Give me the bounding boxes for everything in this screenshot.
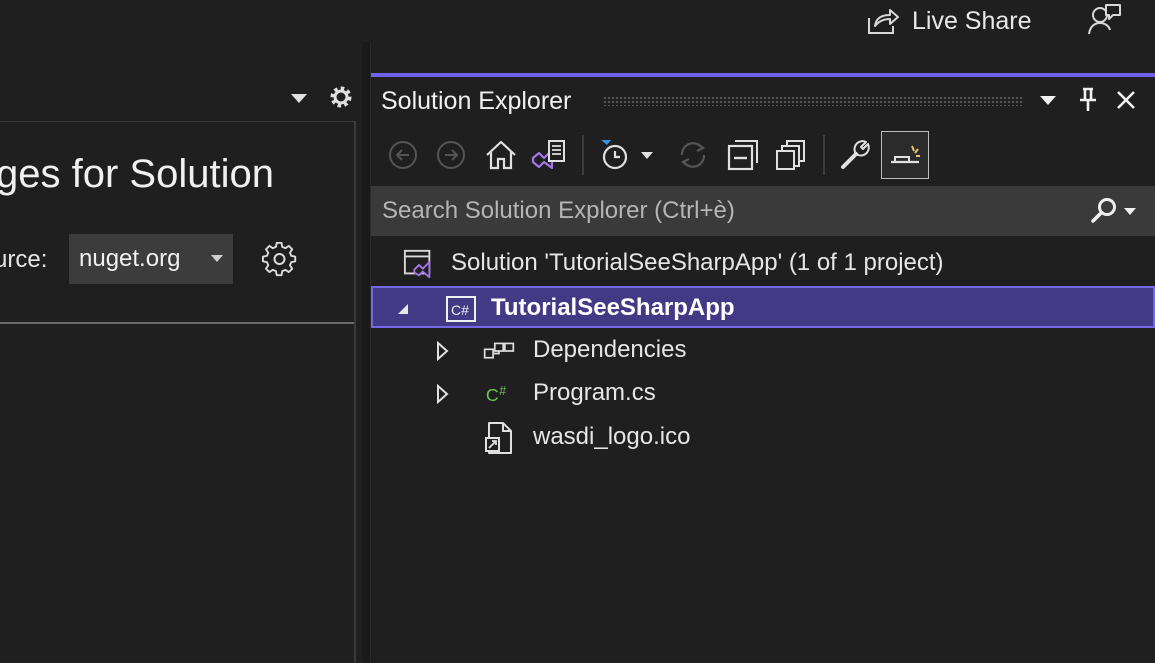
nuget-content: ges for Solution urce: nuget.org xyxy=(0,121,356,663)
search-options-button[interactable] xyxy=(1089,195,1141,227)
chevron-down-icon xyxy=(641,152,653,159)
tree-item-label: wasdi_logo.ico xyxy=(533,423,691,450)
pending-changes-filter-button[interactable] xyxy=(593,131,637,179)
sync-button[interactable] xyxy=(671,131,715,179)
svg-text:#: # xyxy=(499,384,506,398)
drag-grip[interactable] xyxy=(603,96,1023,106)
tree-item-label: Dependencies xyxy=(533,336,687,363)
dependencies-icon xyxy=(483,336,515,366)
settings-gear-icon[interactable] xyxy=(262,242,298,278)
left-tab-strip xyxy=(0,42,362,118)
chevron-down-icon xyxy=(1040,96,1056,105)
tree-item-project[interactable]: C# TutorialSeeSharpApp xyxy=(371,286,1155,328)
tree-item-solution[interactable]: Solution 'TutorialSeeSharpApp' (1 of 1 p… xyxy=(371,243,1155,285)
pin-button[interactable] xyxy=(1073,85,1103,115)
close-icon xyxy=(1117,91,1135,109)
solution-explorer-header: Solution Explorer xyxy=(371,77,1155,123)
icon-file-icon xyxy=(483,422,515,454)
svg-text:C: C xyxy=(486,385,499,405)
sync-icon xyxy=(680,142,706,168)
home-icon xyxy=(486,140,516,170)
panel-border xyxy=(354,121,356,663)
expanded-arrow-icon[interactable] xyxy=(393,298,413,320)
toolbar-separator xyxy=(823,135,825,175)
forward-button[interactable] xyxy=(429,131,473,179)
forward-arrow-icon xyxy=(437,141,465,169)
back-arrow-icon xyxy=(389,141,417,169)
filter-dropdown-button[interactable] xyxy=(635,131,659,179)
tree-item-dependencies[interactable]: Dependencies xyxy=(371,330,1155,372)
close-button[interactable] xyxy=(1111,85,1141,115)
tree-item-label: Program.cs xyxy=(533,379,656,406)
home-button[interactable] xyxy=(479,131,523,179)
chevron-down-icon xyxy=(1124,208,1136,215)
gear-icon[interactable] xyxy=(328,84,354,110)
window-options-button[interactable] xyxy=(1033,85,1063,115)
pin-icon xyxy=(1080,87,1096,111)
share-arrow-icon xyxy=(868,9,899,34)
clock-filter-icon xyxy=(601,140,628,170)
live-share-label: Live Share xyxy=(912,6,1032,35)
divider xyxy=(0,322,356,324)
csharp-project-icon: C# xyxy=(445,294,477,324)
switch-views-button[interactable] xyxy=(527,131,571,179)
title-bar: Live Share xyxy=(0,0,1155,42)
tree-item-program[interactable]: C # Program.cs xyxy=(371,373,1155,415)
solution-explorer-toolbar xyxy=(371,125,1155,185)
preview-toggle-icon xyxy=(891,145,920,164)
properties-button[interactable] xyxy=(833,131,877,179)
tree-item-label: TutorialSeeSharpApp xyxy=(491,294,735,321)
solution-icon xyxy=(403,249,435,279)
svg-text:C#: C# xyxy=(451,302,469,318)
toolbar-separator xyxy=(582,135,584,175)
collapse-all-icon xyxy=(727,140,758,171)
tree-item-logo[interactable]: wasdi_logo.ico xyxy=(371,417,1155,459)
show-all-files-icon xyxy=(776,140,805,170)
chevron-down-icon[interactable] xyxy=(288,90,310,106)
live-share-button[interactable]: Live Share xyxy=(866,4,1032,38)
search-input[interactable] xyxy=(371,186,1071,236)
nuget-manager-panel: ges for Solution urce: nuget.org xyxy=(0,42,362,663)
back-button[interactable] xyxy=(381,131,425,179)
collapsed-arrow-icon[interactable] xyxy=(432,383,452,405)
wrench-icon xyxy=(841,140,870,169)
collapsed-arrow-icon[interactable] xyxy=(432,340,452,362)
tree-item-label: Solution 'TutorialSeeSharpApp' (1 of 1 p… xyxy=(451,249,944,276)
page-title: ges for Solution xyxy=(0,152,274,196)
preview-selected-items-button[interactable] xyxy=(881,131,929,179)
package-source-select[interactable]: nuget.org xyxy=(69,234,233,284)
package-source-value: nuget.org xyxy=(79,245,181,272)
panel-title: Solution Explorer xyxy=(381,87,572,115)
solution-explorer-panel: Solution Explorer Search Solution Explor… xyxy=(371,73,1155,663)
package-source-label: urce: xyxy=(0,246,48,273)
show-all-files-button[interactable] xyxy=(769,131,813,179)
person-feedback-icon[interactable] xyxy=(1086,2,1122,36)
csharp-file-icon: C # xyxy=(485,379,517,409)
collapse-all-button[interactable] xyxy=(721,131,765,179)
vs-switch-views-icon xyxy=(531,140,565,170)
panel-splitter[interactable] xyxy=(362,42,371,663)
search-icon xyxy=(1091,198,1116,223)
solution-explorer-search xyxy=(371,186,1155,236)
chevron-down-icon xyxy=(211,255,223,262)
